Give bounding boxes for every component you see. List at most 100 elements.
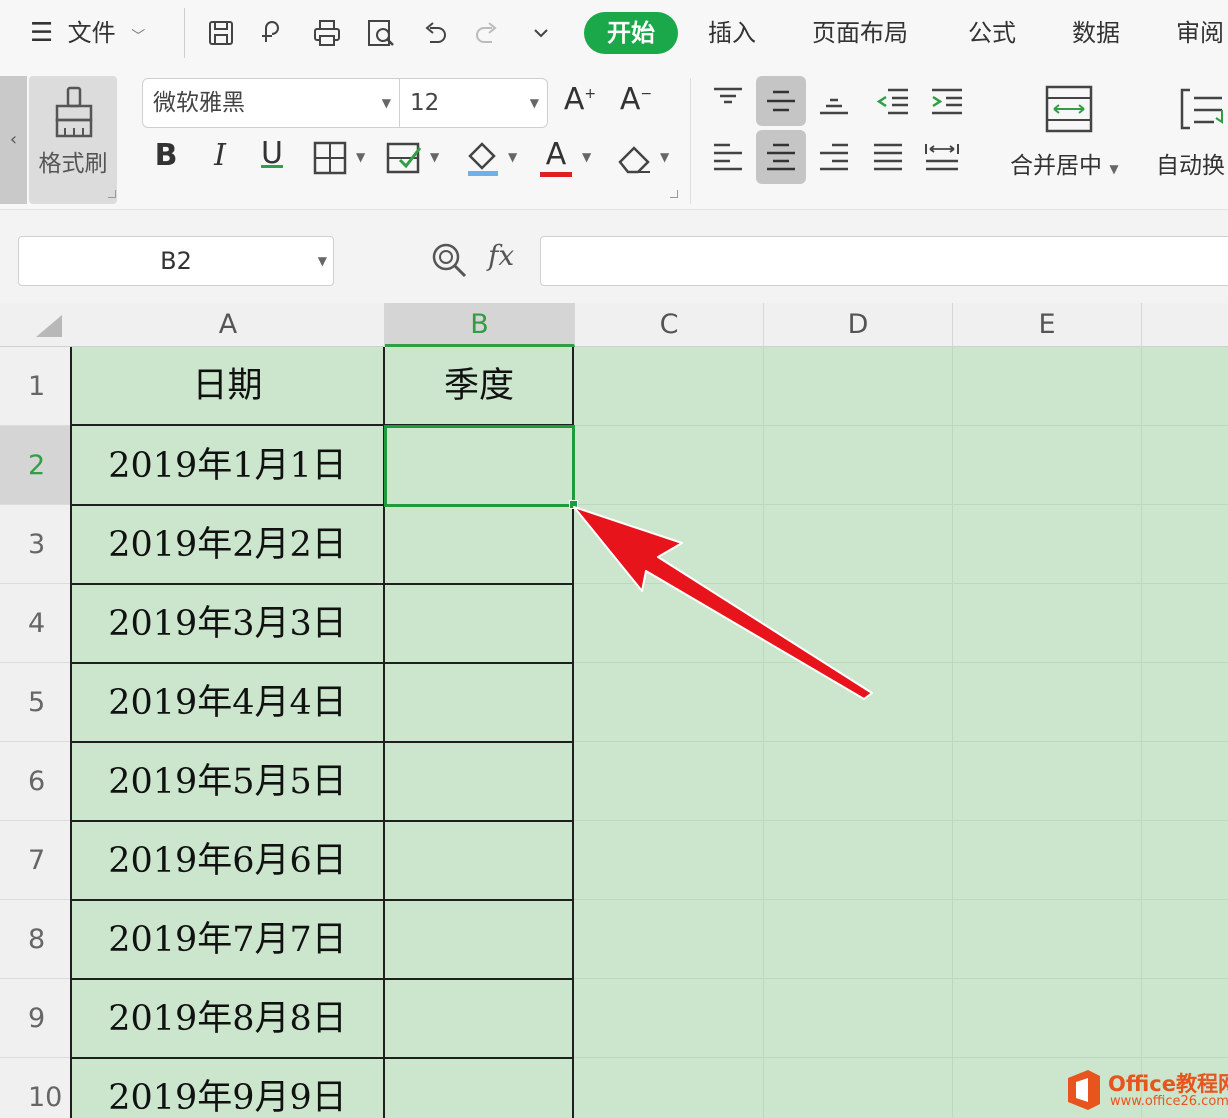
- column-headers: A B C D E: [0, 303, 1228, 347]
- grow-font-glyph: A: [563, 82, 585, 117]
- merge-center-button[interactable]: 合并居中 ▼: [1010, 146, 1119, 180]
- formula-input[interactable]: [540, 236, 1228, 286]
- export-icon[interactable]: [256, 14, 290, 52]
- font-color-glyph: A: [545, 136, 567, 172]
- name-box-value: B2: [160, 247, 192, 275]
- undo-icon[interactable]: [418, 14, 452, 52]
- tab-formulas[interactable]: 公式: [968, 14, 1016, 52]
- chevron-down-icon[interactable]: ▼: [356, 150, 365, 164]
- merge-cells-icon[interactable]: [1044, 84, 1094, 134]
- grow-font-button[interactable]: A+: [562, 82, 598, 117]
- zoom-icon[interactable]: [430, 241, 468, 279]
- cell-format-icon[interactable]: [386, 140, 424, 176]
- print-preview-icon[interactable]: [364, 14, 398, 52]
- gridline: [763, 347, 764, 1118]
- selected-cell-b2[interactable]: [384, 425, 575, 507]
- font-name-value: 微软雅黑: [153, 90, 245, 116]
- tab-data[interactable]: 数据: [1072, 14, 1120, 52]
- fill-color-icon[interactable]: [464, 138, 502, 178]
- align-center-icon[interactable]: [765, 142, 797, 172]
- align-top-icon[interactable]: [712, 86, 744, 116]
- format-painter-button[interactable]: 格式刷: [29, 76, 117, 204]
- align-right-icon[interactable]: [818, 142, 850, 172]
- name-box[interactable]: B2 ▼: [18, 236, 334, 286]
- cell-a9[interactable]: 2019年8月8日: [72, 980, 383, 1058]
- row-header-9[interactable]: 9: [0, 979, 72, 1058]
- align-middle-icon[interactable]: [765, 86, 797, 116]
- ribbon-collapse-button[interactable]: ‹: [0, 76, 27, 204]
- customize-toolbar-icon[interactable]: [524, 14, 558, 52]
- align-bottom-icon[interactable]: [818, 86, 850, 116]
- align-left-icon[interactable]: [712, 142, 744, 172]
- chevron-down-icon[interactable]: ▼: [582, 150, 591, 164]
- row-header-8[interactable]: 8: [0, 900, 72, 979]
- chevron-down-icon[interactable]: ▼: [430, 150, 439, 164]
- distributed-icon[interactable]: [924, 142, 960, 172]
- divider: [184, 8, 185, 58]
- watermark-url: www.office26.com: [1110, 1094, 1228, 1109]
- eraser-icon[interactable]: [616, 140, 654, 176]
- row-header-5[interactable]: 5: [0, 663, 72, 742]
- dialog-launcher-icon[interactable]: [670, 190, 678, 198]
- tab-start[interactable]: 开始: [584, 12, 678, 54]
- font-color-button[interactable]: A: [540, 136, 572, 178]
- redo-icon[interactable]: [470, 14, 504, 52]
- cell-a8[interactable]: 2019年7月7日: [72, 901, 383, 979]
- row-header-7[interactable]: 7: [0, 821, 72, 900]
- underline-button[interactable]: U: [256, 136, 288, 171]
- column-header-e[interactable]: E: [953, 303, 1142, 347]
- cell-a1[interactable]: 日期: [72, 347, 383, 425]
- row-header-2[interactable]: 2: [0, 426, 72, 505]
- row-header-1[interactable]: 1: [0, 347, 72, 426]
- menu-bar: ☰ 文件 ﹀ 开始 插入 页面布局 公式 数据 审阅: [0, 0, 1228, 68]
- plus-icon: +: [584, 86, 597, 102]
- print-icon[interactable]: [310, 14, 344, 52]
- file-menu[interactable]: ☰ 文件 ﹀: [30, 14, 145, 52]
- hamburger-icon: ☰: [30, 18, 54, 48]
- chevron-down-icon: ▼: [381, 96, 391, 110]
- tab-page-layout[interactable]: 页面布局: [812, 14, 908, 52]
- fx-icon[interactable]: fx: [488, 239, 514, 272]
- row-header-3[interactable]: 3: [0, 505, 72, 584]
- decrease-indent-icon[interactable]: [876, 86, 910, 116]
- cell-b1[interactable]: 季度: [385, 347, 573, 425]
- dialog-launcher-icon[interactable]: [108, 190, 116, 198]
- shrink-font-button[interactable]: A−: [618, 82, 654, 117]
- column-header-b[interactable]: B: [385, 303, 575, 347]
- cell-a3[interactable]: 2019年2月2日: [72, 506, 383, 584]
- row-header-4[interactable]: 4: [0, 584, 72, 663]
- office-logo-icon: [1068, 1070, 1100, 1110]
- cell-a5[interactable]: 2019年4月4日: [72, 664, 383, 742]
- column-header-a[interactable]: A: [72, 303, 385, 347]
- chevron-down-icon: ▼: [317, 254, 327, 268]
- minus-icon: −: [640, 86, 653, 102]
- font-name-select[interactable]: 微软雅黑 ▼: [142, 78, 400, 128]
- row-header-6[interactable]: 6: [0, 742, 72, 821]
- auto-wrap-button[interactable]: 自动换: [1156, 146, 1228, 180]
- justify-icon[interactable]: [872, 142, 904, 172]
- border-icon[interactable]: [312, 140, 348, 176]
- tab-review[interactable]: 审阅: [1176, 14, 1224, 52]
- row-headers: 1 2 3 4 5 6 7 8 9 10: [0, 347, 72, 1118]
- gridline: [952, 347, 953, 1118]
- bold-button[interactable]: B: [150, 138, 182, 173]
- wrap-text-icon[interactable]: [1178, 84, 1228, 134]
- font-size-select[interactable]: 12 ▼: [399, 78, 548, 128]
- italic-button[interactable]: I: [204, 138, 236, 173]
- cell-a10[interactable]: 2019年9月9日: [72, 1059, 383, 1118]
- column-header-c[interactable]: C: [575, 303, 764, 347]
- cell-a6[interactable]: 2019年5月5日: [72, 743, 383, 821]
- save-icon[interactable]: [204, 14, 238, 52]
- increase-indent-icon[interactable]: [930, 86, 964, 116]
- row-header-10[interactable]: 10: [0, 1058, 72, 1118]
- format-painter-label: 格式刷: [38, 151, 108, 177]
- gridline: [1141, 347, 1142, 1118]
- column-header-d[interactable]: D: [764, 303, 953, 347]
- cell-a2[interactable]: 2019年1月1日: [72, 427, 383, 505]
- cell-a7[interactable]: 2019年6月6日: [72, 822, 383, 900]
- select-all-button[interactable]: [36, 315, 62, 337]
- chevron-down-icon[interactable]: ▼: [508, 150, 517, 164]
- chevron-down-icon[interactable]: ▼: [660, 150, 669, 164]
- cell-a4[interactable]: 2019年3月3日: [72, 585, 383, 663]
- tab-insert[interactable]: 插入: [708, 14, 756, 52]
